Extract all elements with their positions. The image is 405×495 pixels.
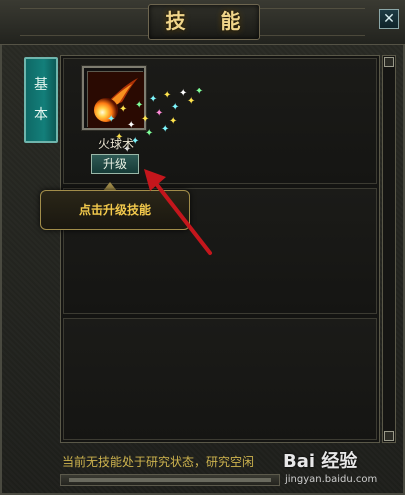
skill-row (63, 318, 377, 440)
svg-text:✦: ✦ (127, 120, 135, 131)
scrollbar[interactable] (382, 55, 396, 443)
svg-text:✦: ✦ (163, 90, 171, 101)
svg-text:✦: ✦ (169, 116, 177, 127)
skill-name: 火球术 (97, 137, 134, 151)
bottom-scroll-thumb[interactable] (69, 478, 271, 482)
bottom-scroll-bar[interactable] (60, 474, 280, 486)
title-bar: 技 能 ✕ (0, 0, 405, 45)
window-title: 技 能 (165, 9, 255, 33)
close-icon: ✕ (383, 11, 395, 27)
research-status-text: 当前无技能处于研究状态，研究空闲 (62, 455, 255, 469)
watermark-logo: Bai 经验 (283, 451, 358, 472)
svg-text:✦: ✦ (171, 102, 179, 113)
scroll-up-button[interactable] (384, 57, 394, 67)
tab-basic-label: 基 本 (26, 59, 56, 141)
scroll-down-button[interactable] (384, 431, 394, 441)
svg-text:✦: ✦ (195, 88, 203, 97)
svg-text:✦: ✦ (141, 114, 149, 125)
tab-label-top: 基 (34, 77, 48, 93)
svg-text:✦: ✦ (119, 104, 127, 115)
red-arrow-annotation (144, 169, 212, 255)
tab-basic[interactable]: 基 本 (24, 57, 58, 143)
watermark-url: jingyan.baidu.com (285, 474, 378, 485)
svg-text:✦: ✦ (155, 108, 163, 119)
upgrade-button[interactable]: 升级 (91, 154, 139, 174)
svg-text:✦: ✦ (149, 94, 157, 105)
svg-text:✦: ✦ (135, 100, 143, 111)
svg-text:✦: ✦ (187, 96, 195, 107)
baidu-jingyan-watermark: Bai 经验 jingyan.baidu.com (283, 447, 401, 491)
svg-text:✦: ✦ (107, 114, 115, 125)
close-button[interactable]: ✕ (379, 9, 399, 29)
tab-label-bottom: 本 (34, 107, 48, 123)
